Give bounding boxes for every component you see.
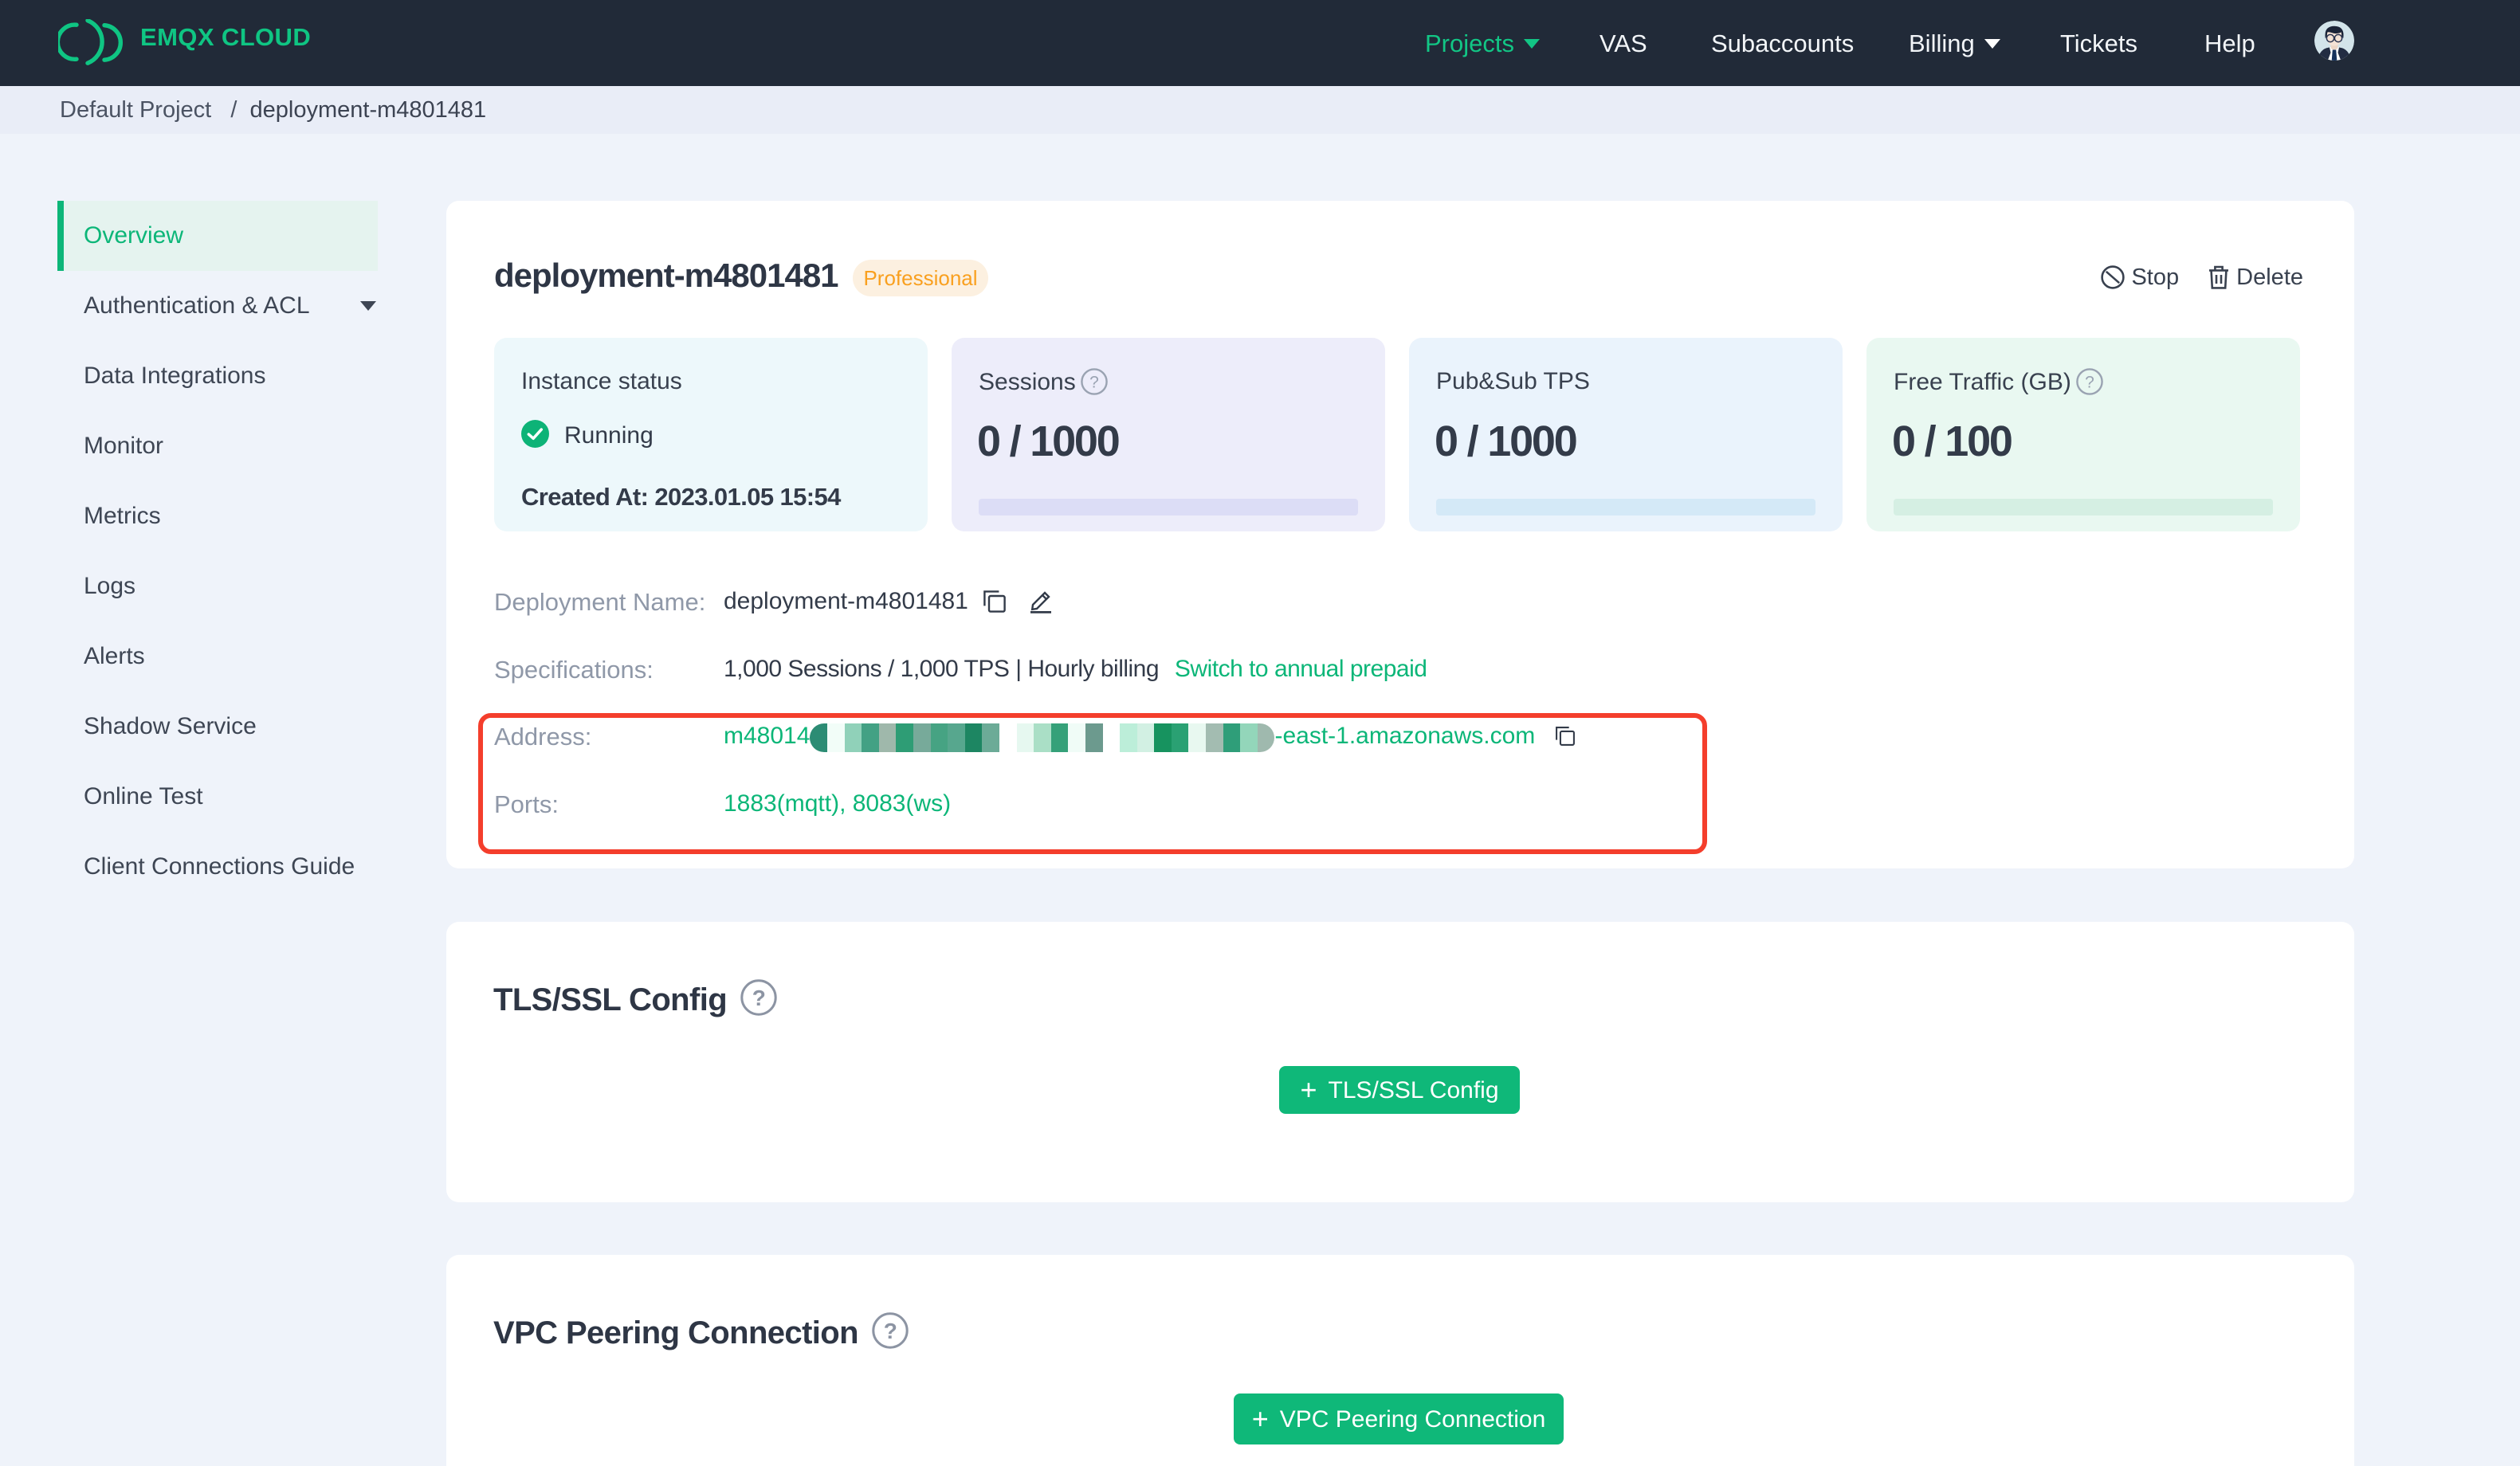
svg-text:?: ? <box>2085 373 2094 391</box>
svg-text:?: ? <box>752 986 765 1010</box>
svg-text:?: ? <box>883 1319 897 1343</box>
svg-text:?: ? <box>1089 373 1099 391</box>
